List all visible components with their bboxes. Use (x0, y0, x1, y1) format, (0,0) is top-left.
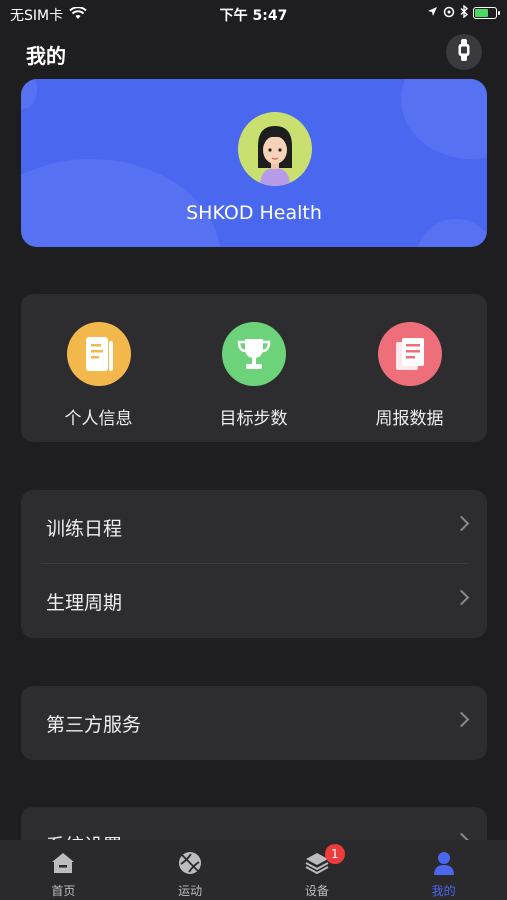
quick-actions-card: 个人信息 目标步数 周报数据 (21, 294, 487, 442)
watch-button[interactable] (446, 34, 482, 70)
alarm-icon (443, 6, 455, 21)
profile-card[interactable]: SHKOD Health (21, 79, 487, 247)
chevron-right-icon (453, 589, 470, 606)
menu-label: 训练日程 (46, 518, 123, 540)
notification-badge: 1 (324, 844, 345, 864)
quick-item-goal-steps[interactable]: 目标步数 (176, 294, 331, 442)
home-icon (50, 850, 76, 876)
profile-name: SHKOD Health (186, 202, 322, 224)
menu-group-training: 训练日程 生理周期 (21, 490, 487, 638)
trophy-icon (221, 322, 286, 386)
location-icon (427, 6, 438, 20)
page-title: 我的 (26, 44, 66, 68)
tab-label: 运动 (178, 884, 203, 898)
quick-item-weekly-report[interactable]: 周报数据 (332, 294, 487, 442)
quick-label-goal-steps: 目标步数 (219, 409, 288, 429)
tab-bar: 首页 运动 1 设备 我的 (0, 840, 507, 900)
quick-label-weekly-report: 周报数据 (375, 409, 444, 429)
status-bar: 无SIM卡 下午 5:47 (0, 0, 507, 28)
notebook-icon (66, 322, 131, 386)
menu-item-menstrual-cycle[interactable]: 生理周期 (21, 564, 487, 638)
chevron-right-icon (453, 711, 470, 728)
tab-label: 首页 (51, 884, 76, 898)
tab-home[interactable]: 首页 (0, 840, 127, 900)
tab-sports[interactable]: 运动 (127, 840, 254, 900)
quick-label-personal-info: 个人信息 (64, 409, 133, 429)
menu-label: 第三方服务 (46, 714, 142, 736)
chevron-right-icon (453, 515, 470, 532)
ball-icon (177, 850, 203, 876)
menu-item-training-schedule[interactable]: 训练日程 (21, 490, 487, 564)
smartwatch-icon (457, 39, 471, 65)
quick-item-personal-info[interactable]: 个人信息 (21, 294, 176, 442)
bluetooth-icon (460, 4, 469, 21)
menu-label: 生理周期 (46, 592, 123, 614)
tab-mine[interactable]: 我的 (380, 840, 507, 900)
person-icon (431, 850, 457, 876)
report-icon (377, 322, 442, 386)
tab-devices[interactable]: 1 设备 (254, 840, 381, 900)
tab-label: 我的 (431, 884, 456, 898)
tab-label: 设备 (304, 884, 329, 898)
menu-group-services: 第三方服务 (21, 686, 487, 760)
menu-item-third-party-services[interactable]: 第三方服务 (21, 686, 487, 760)
avatar[interactable] (238, 112, 312, 186)
battery-icon (473, 7, 500, 19)
